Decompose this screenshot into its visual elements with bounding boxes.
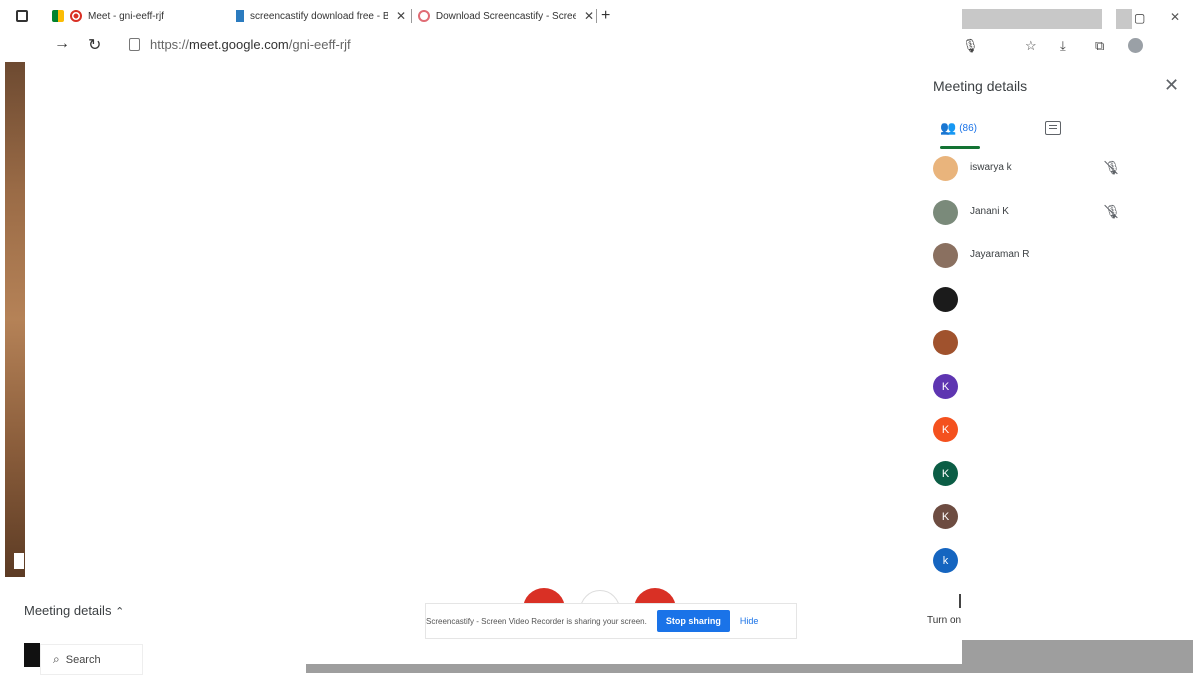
avatar	[933, 200, 958, 225]
divider	[959, 594, 961, 608]
avatar: K	[933, 374, 958, 399]
chat-icon[interactable]	[1045, 121, 1061, 135]
blurred-region	[962, 640, 1193, 673]
lock-icon	[129, 38, 140, 51]
participant-item[interactable]: K	[933, 417, 958, 442]
collections-icon[interactable]: ⧉	[1095, 38, 1104, 54]
profile-icon[interactable]	[1128, 38, 1143, 53]
participant-item[interactable]: k	[933, 548, 958, 573]
tab-meet[interactable]: Meet - gni-eeff-rjf	[52, 6, 222, 26]
people-icon: 👥	[940, 120, 957, 135]
new-tab-button[interactable]: +	[601, 6, 610, 26]
recording-icon	[70, 10, 82, 22]
tab-separator	[411, 9, 412, 23]
refresh-icon[interactable]: ↻	[88, 35, 101, 55]
turn-on-label[interactable]: Turn on	[927, 615, 961, 626]
participant-video	[5, 62, 25, 577]
avatar: K	[933, 417, 958, 442]
participant-item[interactable]: K	[933, 461, 958, 486]
google-meet-icon	[52, 10, 64, 22]
participant-name: Jayaraman R	[970, 249, 1030, 260]
chevron-up-icon: ⌃	[115, 606, 125, 618]
avatar	[933, 330, 958, 355]
url-prefix: https://	[150, 37, 190, 52]
tab-strip: Meet - gni-eeff-rjf screencastify downlo…	[0, 0, 620, 34]
downloads-icon[interactable]: ⤓	[1060, 38, 1066, 54]
participant-item[interactable]: K	[933, 374, 958, 399]
avatar	[933, 243, 958, 268]
participant-item[interactable]	[933, 156, 958, 181]
screencastify-icon	[418, 10, 430, 22]
hide-button[interactable]: Hide	[740, 616, 759, 626]
people-count: (86)	[959, 122, 977, 134]
active-tab-indicator	[940, 146, 980, 149]
close-tab-icon[interactable]: ✕	[396, 9, 406, 23]
participant-name: Janani K	[970, 206, 1009, 217]
avatar	[933, 156, 958, 181]
close-panel-icon[interactable]: ✕	[1164, 75, 1179, 96]
avatar: k	[933, 548, 958, 573]
screen-share-banner: Screencastify - Screen Video Recorder is…	[425, 603, 797, 639]
tab-title: Download Screencastify - Screen	[435, 10, 576, 22]
restore-window-icon[interactable]: ▢	[1134, 11, 1145, 25]
address-bar[interactable]: https://meet.google.com/gni-eeff-rjf	[150, 37, 351, 52]
avatar	[933, 287, 958, 312]
blurred-region	[962, 9, 1102, 29]
avatar: K	[933, 504, 958, 529]
url-path: /gni-eeff-rjf	[288, 37, 351, 52]
close-tab-icon[interactable]: ✕	[584, 9, 594, 23]
participant-item[interactable]	[933, 243, 958, 268]
tab-title: screencastify download free - Bi	[250, 10, 388, 22]
share-text: Screencastify - Screen Video Recorder is…	[426, 616, 647, 626]
taskbar-search[interactable]: ⌕ Search	[40, 644, 143, 675]
mic-muted-icon: 🎙	[1104, 160, 1121, 175]
search-icon: ⌕	[53, 652, 60, 666]
forward-icon[interactable]: →	[54, 35, 70, 53]
avatar: K	[933, 461, 958, 486]
blurred-region	[306, 664, 962, 673]
meeting-details-button[interactable]: Meeting details ⌃	[24, 603, 124, 618]
bing-icon	[236, 10, 244, 22]
mic-muted-icon: 🎙	[1104, 204, 1121, 219]
start-button[interactable]	[24, 643, 40, 667]
tab-title: Meet - gni-eeff-rjf	[88, 10, 164, 22]
tab-bing[interactable]: screencastify download free - Bi ✕	[236, 6, 408, 26]
panel-title: Meeting details	[933, 78, 1028, 94]
participant-item[interactable]	[933, 287, 958, 312]
pin-icon[interactable]	[14, 553, 24, 569]
url-domain: meet.google.com	[189, 37, 289, 52]
tab-screencastify[interactable]: Download Screencastify - Screen ✕	[418, 6, 594, 26]
meeting-details-label: Meeting details	[24, 603, 112, 618]
microphone-icon[interactable]: 🎙	[962, 38, 979, 54]
tab-separator	[596, 9, 597, 23]
tab-people[interactable]: 👥 (86)	[940, 120, 977, 136]
favorites-icon[interactable]: ☆	[1025, 38, 1037, 54]
participant-item[interactable]: K	[933, 504, 958, 529]
participant-item[interactable]	[933, 200, 958, 225]
tab-actions-icon[interactable]	[16, 6, 34, 26]
blurred-region	[1116, 9, 1132, 29]
participant-item[interactable]	[933, 330, 958, 355]
search-label: Search	[65, 653, 101, 666]
close-window-icon[interactable]: ✕	[1170, 10, 1180, 24]
stop-sharing-button[interactable]: Stop sharing	[656, 610, 730, 632]
participant-name: iswarya k	[970, 162, 1012, 173]
